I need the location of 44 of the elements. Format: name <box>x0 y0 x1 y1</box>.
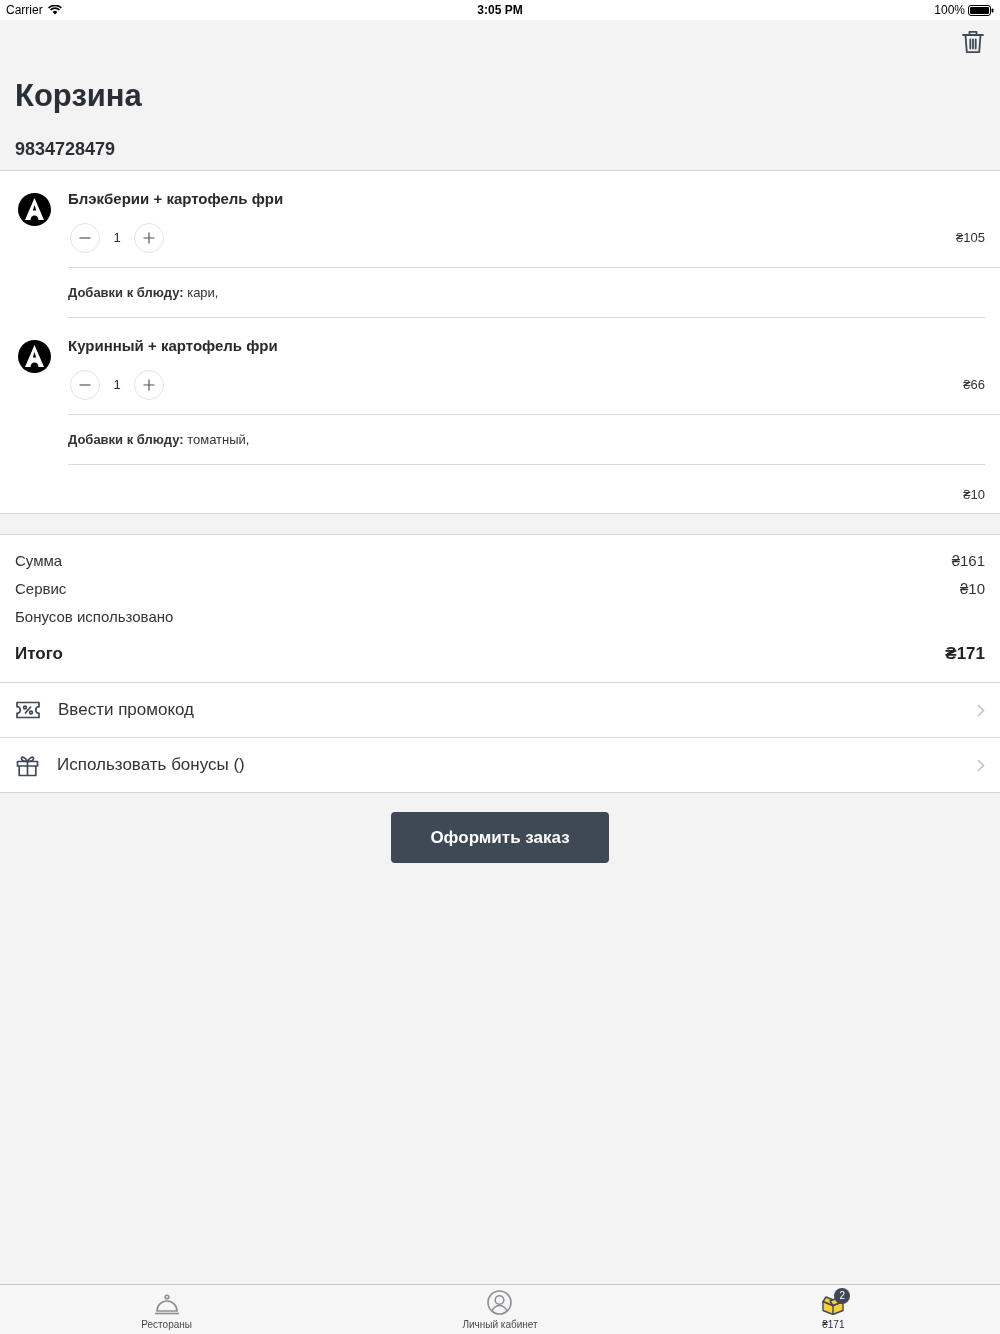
page-title: Корзина <box>15 78 142 114</box>
plus-icon <box>143 231 155 244</box>
cloche-icon <box>153 1294 180 1315</box>
battery-percent: 100% <box>934 2 965 19</box>
quantity-value: 1 <box>113 375 121 394</box>
count-badge: 2 <box>834 1288 851 1304</box>
increase-button[interactable] <box>134 222 164 253</box>
menu-row[interactable]: Использовать бонусы () <box>0 738 1000 793</box>
summary-label: Бонусов использовано <box>15 606 174 627</box>
wifi-icon <box>47 5 62 15</box>
user-icon <box>487 1290 513 1315</box>
plus-icon <box>143 378 155 391</box>
checkout-button[interactable]: Оформить заказ <box>391 812 609 863</box>
logo-icon <box>18 340 51 373</box>
phone-number: 9834728479 <box>15 137 116 161</box>
trash-icon[interactable] <box>962 30 984 54</box>
status-time: 3:05 PM <box>477 2 523 19</box>
addons-text: Добавки к блюду: кари, <box>68 283 219 302</box>
chevron-icon <box>977 703 985 717</box>
summary-value: ₴10 <box>959 578 985 599</box>
gift-icon <box>16 753 39 777</box>
total-label: Итого <box>15 643 63 666</box>
tab[interactable]: Рестораны <box>135 1285 198 1334</box>
summary-label: Сумма <box>15 550 63 571</box>
ticket-icon <box>16 701 40 719</box>
item-price: ₴66 <box>963 375 985 394</box>
tab[interactable]: Личный кабинет <box>456 1285 544 1334</box>
summary-value: ₴161 <box>951 550 985 571</box>
carrier-name: Carrier <box>6 2 43 19</box>
item-name: Блэкберии + картофель фри <box>68 188 284 209</box>
total-value: ₴171 <box>945 643 985 666</box>
decrease-button[interactable] <box>70 369 100 400</box>
menu-row[interactable]: Ввести промокод <box>0 683 1000 738</box>
item-name: Куринный + картофель фри <box>68 335 278 356</box>
item-price: ₴105 <box>956 228 985 247</box>
logo-icon <box>18 193 51 226</box>
quantity-value: 1 <box>113 228 121 247</box>
addons-text: Добавки к блюду: томатный, <box>68 430 250 449</box>
decrease-button[interactable] <box>70 222 100 253</box>
increase-button[interactable] <box>134 369 164 400</box>
battery-icon <box>968 4 994 16</box>
chevron-icon <box>977 758 985 772</box>
fee-amount: ₴10 <box>963 486 985 505</box>
summary-label: Сервис <box>15 578 67 599</box>
